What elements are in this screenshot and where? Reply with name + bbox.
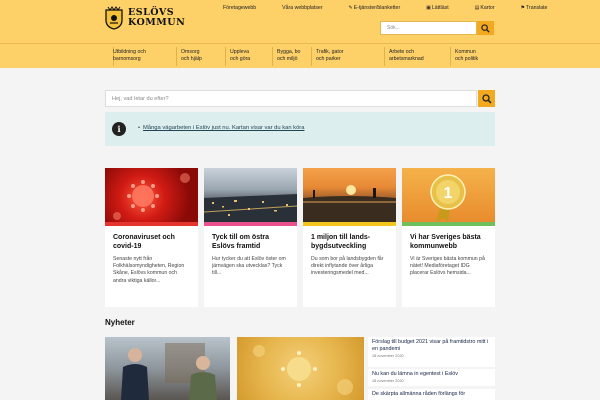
card-image — [303, 168, 396, 222]
nav-item-omsorg[interactable]: Omsorg och hjälp — [181, 49, 202, 62]
nav-item-utbildning[interactable]: Utbildning och barnomsorg — [113, 49, 146, 62]
medal-image: 1 — [430, 174, 466, 222]
card-title: Vi har Sveriges bästa kommunwebb — [410, 234, 481, 250]
virus-image — [113, 173, 190, 220]
virus-image — [253, 345, 353, 395]
card-text: Vi är Sveriges bästa kommun på nätet! Me… — [410, 256, 485, 277]
people-photo — [121, 343, 217, 400]
translate-icon: ⚑ — [520, 5, 525, 11]
nav-item-trafik[interactable]: Trafik, gator och parker — [316, 49, 343, 62]
card-title: 1 miljon till lands-bygdsutveckling — [311, 234, 371, 250]
news-item[interactable]: De skärpta allmänna råden förlängs för — [368, 389, 495, 400]
town-aerial-image — [204, 194, 297, 222]
nav-item-uppleva[interactable]: Uppleva och göra — [230, 49, 250, 62]
crest-icon — [105, 6, 123, 30]
svg-text:1: 1 — [444, 185, 453, 202]
alert-link[interactable]: Många vägarbeten i Eslöv just nu. Kartan… — [138, 125, 304, 131]
toplink-kartor[interactable]: ▤Kartor — [475, 5, 508, 11]
card-title: Tyck till om östra Eslövs framtid — [212, 234, 270, 250]
main-nav: Utbildning och barnomsorg Omsorg och hjälp… — [0, 43, 600, 68]
sunset-field-image — [303, 185, 396, 222]
search-icon — [481, 93, 492, 104]
map-icon: ▤ — [474, 5, 480, 11]
info-icon: i — [112, 122, 126, 136]
main-search-input[interactable]: Hej, vad letar du efter? — [105, 90, 477, 107]
top-links: Företagewebb Våra webbplatser ✎E-tjänste… — [223, 5, 573, 11]
news-heading: Nyheter — [105, 318, 135, 327]
search-icon — [481, 23, 490, 33]
card-image — [204, 168, 297, 222]
news-image-virus[interactable] — [237, 337, 364, 400]
card-image: 1 — [402, 168, 495, 222]
logo[interactable]: ESLÖVS KOMMUN — [104, 6, 185, 30]
news-image-people[interactable] — [105, 337, 230, 400]
card-basta-kommunwebb[interactable]: 1 Vi har Sveriges bästa kommunwebb Vi är… — [402, 168, 495, 307]
alert-banner: i Många vägarbeten i Eslöv just nu. Kart… — [105, 112, 495, 146]
pen-icon: ✎ — [348, 5, 353, 11]
main-search-button[interactable] — [478, 90, 495, 107]
news-item[interactable]: Nu kan du lämna in egentest i Eslöv 18 n… — [368, 369, 495, 386]
card-corona[interactable]: Coronaviruset och covid-19 Senaste nytt … — [105, 168, 198, 307]
nav-item-arbete[interactable]: Arbete och arbetsmarknad — [389, 49, 424, 62]
book-icon: ▣ — [426, 5, 431, 11]
header-search-button[interactable] — [477, 21, 494, 35]
toplink-vara-webbplatser[interactable]: Våra webbplatser — [282, 5, 335, 11]
card-text: Du som bor på landsbygden får direkt inf… — [311, 256, 384, 277]
card-text: Senaste nytt från Folkhälsomyndigheten, … — [113, 256, 185, 284]
toplink-foretagewebb[interactable]: Företagewebb — [223, 5, 269, 11]
card-landsbygd[interactable]: 1 miljon till lands-bygdsutveckling Du s… — [303, 168, 396, 307]
header-search-input[interactable]: Sök... — [380, 21, 477, 35]
toplink-lattlast[interactable]: ▣Lättläst — [426, 5, 461, 11]
nav-item-kommun[interactable]: Kommun och politik — [455, 49, 478, 62]
card-ostra-eslov[interactable]: Tyck till om östra Eslövs framtid Hur ty… — [204, 168, 297, 307]
logo-line2: KOMMUN — [128, 17, 186, 28]
card-text: Hur tycker du att Eslöv öster om järnväg… — [212, 256, 286, 277]
nav-item-bygga[interactable]: Bygga, bo och miljö — [277, 49, 300, 62]
card-image — [105, 168, 198, 222]
site-header: ESLÖVS KOMMUN Företagewebb Våra webbplat… — [0, 0, 600, 43]
news-item[interactable]: Förslag till budget 2021 visar på framti… — [368, 337, 495, 367]
toplink-translate[interactable]: ⚑Translate — [521, 5, 561, 11]
toplink-etjanster[interactable]: ✎E-tjänster/blanketter — [349, 5, 414, 11]
card-title: Coronaviruset och covid-19 — [113, 234, 175, 250]
